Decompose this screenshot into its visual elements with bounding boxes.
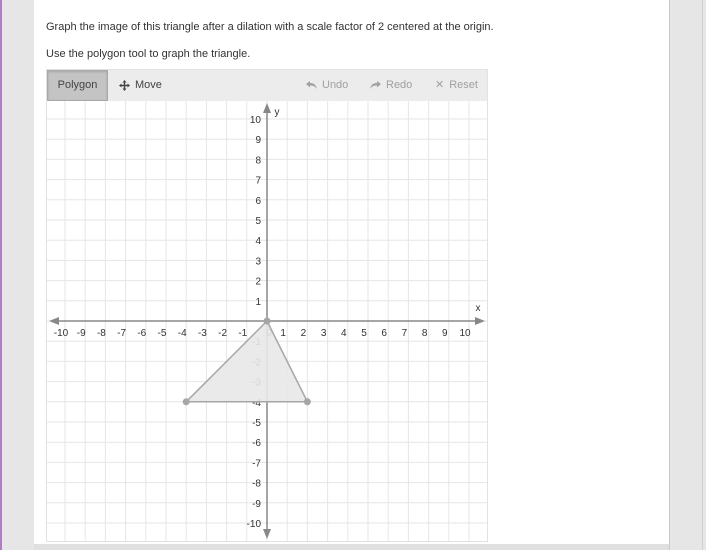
y-tick-label: -10	[247, 519, 262, 530]
x-tick-label: 5	[361, 328, 367, 339]
y-tick-label: -7	[252, 458, 261, 469]
x-tick-label: -4	[178, 328, 187, 339]
left-margin-band	[0, 0, 34, 550]
x-tick-label: -7	[117, 328, 126, 339]
triangle-vertex[interactable]	[263, 317, 271, 325]
x-axis-label: x	[476, 303, 481, 314]
x-tick-label: -2	[218, 328, 227, 339]
x-axis-right-arrow	[475, 317, 485, 325]
y-axis-up-arrow	[263, 103, 271, 113]
triangle-vertex[interactable]	[182, 398, 190, 406]
redo-label: Redo	[386, 79, 413, 91]
y-tick-label: 8	[255, 155, 261, 166]
x-tick-label: 3	[321, 328, 327, 339]
undo-button[interactable]: Undo	[306, 70, 348, 101]
question-prompt: Graph the image of this triangle after a…	[46, 21, 494, 33]
graph-toolbar: Polygon Move Undo Redo ✕ Reset	[47, 70, 487, 101]
x-tick-label: 8	[422, 328, 428, 339]
move-tool-button[interactable]: Move	[119, 70, 162, 101]
scrollbar-edge	[702, 0, 703, 550]
close-x-icon: ✕	[435, 79, 445, 91]
x-tick-label: -3	[198, 328, 207, 339]
y-tick-label: 4	[255, 236, 261, 247]
x-tick-label: -5	[158, 328, 167, 339]
y-tick-label: -6	[252, 438, 261, 449]
y-tick-label: 2	[255, 277, 261, 288]
y-tick-label: 5	[255, 216, 261, 227]
y-tick-label: -9	[252, 499, 261, 510]
y-axis-down-arrow	[263, 529, 271, 539]
y-tick-label: 9	[255, 135, 261, 146]
redo-button[interactable]: Redo	[370, 70, 412, 101]
x-tick-label: -9	[77, 328, 86, 339]
y-tick-label: -8	[252, 479, 261, 490]
x-tick-label: -8	[97, 328, 106, 339]
polygon-tool-label: Polygon	[57, 79, 98, 91]
y-tick-label: 3	[255, 256, 261, 267]
tool-instruction: Use the polygon tool to graph the triang…	[46, 48, 251, 60]
x-axis-left-arrow	[49, 317, 59, 325]
x-tick-label: 7	[402, 328, 408, 339]
move-arrows-icon	[119, 80, 130, 91]
coordinate-plane[interactable]: x y -10 -9 -8 -7 -6 -5 -4 -3 -2 -10 1 2 3 4 5 6 7 8 9 10 10 9 8 7…	[47, 101, 487, 541]
undo-label: Undo	[322, 79, 349, 91]
x-tick-label: 2	[301, 328, 307, 339]
y-tick-label: 10	[250, 115, 262, 126]
x-tick-label: -10	[54, 328, 69, 339]
y-axis-label: y	[275, 107, 280, 118]
x-tick-label: 4	[341, 328, 347, 339]
bottom-border	[34, 544, 669, 550]
move-tool-label: Move	[135, 79, 162, 91]
reset-button[interactable]: ✕ Reset	[435, 70, 478, 101]
y-tick-label: -5	[252, 418, 261, 429]
undo-arrow-icon	[306, 81, 317, 89]
triangle-vertex[interactable]	[303, 398, 311, 406]
y-tick-label: 6	[255, 196, 261, 207]
x-tick-label: 1	[280, 328, 286, 339]
x-tick-label: 10	[459, 328, 471, 339]
y-tick-label: 7	[255, 176, 261, 187]
reset-label: Reset	[449, 79, 478, 91]
graphing-tool: Polygon Move Undo Redo ✕ Reset x y -10 -9 -8…	[46, 69, 488, 542]
x-tick-label: -1	[238, 328, 247, 339]
x-tick-label: -6	[137, 328, 146, 339]
polygon-tool-button[interactable]: Polygon	[47, 70, 108, 101]
x-tick-label: 9	[442, 328, 448, 339]
redo-arrow-icon	[370, 81, 381, 89]
right-scrollbar-region[interactable]	[669, 0, 706, 550]
x-tick-label: 6	[381, 328, 387, 339]
y-tick-label: 1	[255, 297, 261, 308]
